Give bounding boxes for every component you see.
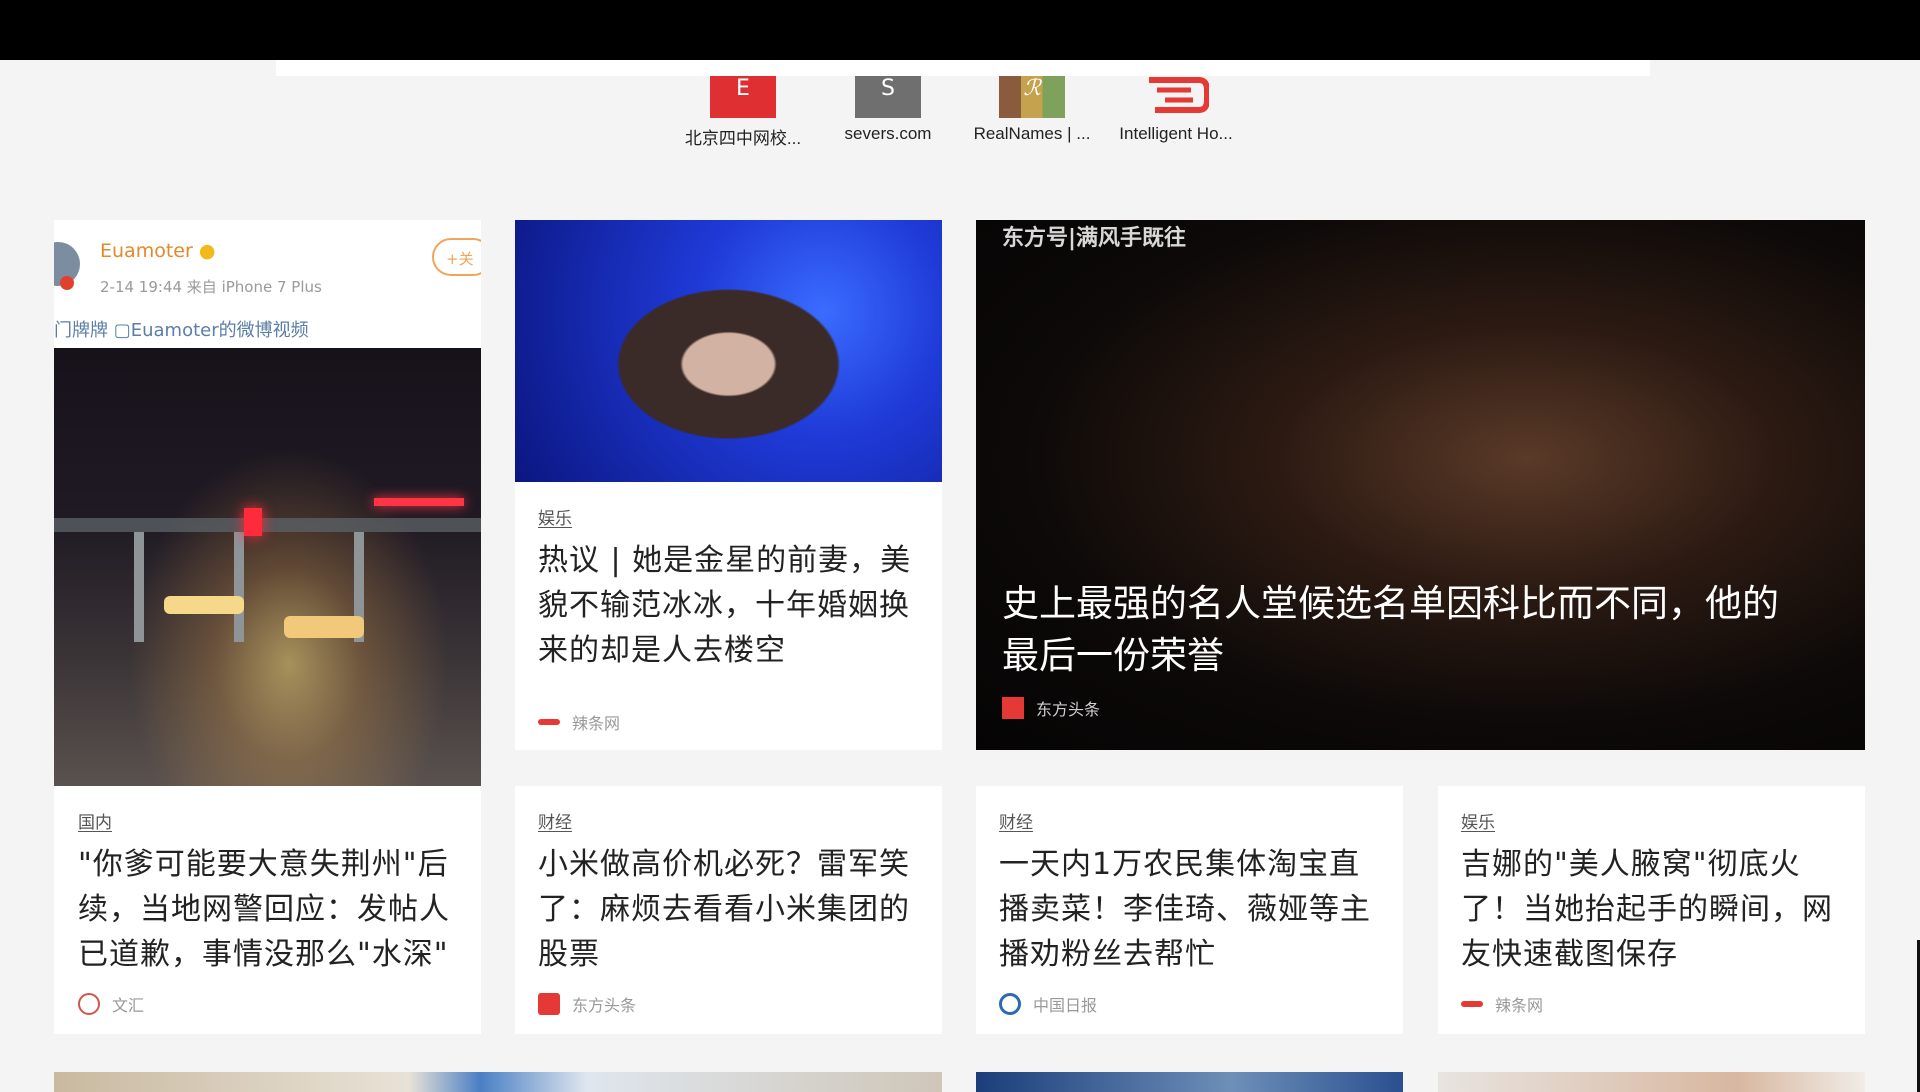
news-card-next-image[interactable] xyxy=(54,1072,942,1092)
feature-title: 史上最强的名人堂候选名单因科比而不同，他的最后一份荣誉 xyxy=(1002,582,1779,677)
category-tag[interactable]: 娱乐 xyxy=(1461,808,1495,833)
category-tag[interactable]: 国内 xyxy=(78,808,112,833)
news-card-taobao-live[interactable]: 财经 一天内1万农民集体淘宝直播卖菜！李佳琦、薇娅等主播劝粉丝去帮忙 中国日报 xyxy=(976,786,1403,1034)
shortcut-icon: E xyxy=(710,76,776,118)
news-card-xiaomi[interactable]: 财经 小米做高价机必死？雷军笑了：麻烦去看看小米集团的股票 东方头条 xyxy=(515,786,942,1034)
news-source: 辣条网 xyxy=(538,710,620,734)
category-tag[interactable]: 娱乐 xyxy=(538,504,572,529)
shortcut-label: severs.com xyxy=(844,124,932,143)
wenhui-logo-icon xyxy=(78,993,100,1015)
follow-button[interactable]: +关 xyxy=(432,238,481,276)
news-source: 文汇 xyxy=(78,992,144,1016)
verified-badge-icon xyxy=(60,276,74,290)
shortcut-label: Intelligent Ho... xyxy=(1119,124,1233,143)
status-bar xyxy=(0,0,1920,60)
shortcut-label: RealNames | ... xyxy=(973,124,1091,143)
category-tag[interactable]: 财经 xyxy=(999,808,1033,833)
china-daily-logo-icon xyxy=(999,993,1021,1015)
weibo-username: Euamoter ● xyxy=(100,240,216,262)
category-tag[interactable]: 财经 xyxy=(538,808,572,833)
news-source: 辣条网 xyxy=(1461,992,1543,1016)
weibo-meta: 2-14 19:44 来自 iPhone 7 Plus xyxy=(100,278,322,296)
news-title: 小米做高价机必死？雷军笑了：麻烦去看看小米集团的股票 xyxy=(538,847,910,972)
shortcut-label: 北京四中网校... xyxy=(684,129,802,148)
dongfang-logo-icon xyxy=(538,993,560,1015)
crown-icon: ● xyxy=(198,240,216,262)
news-title: 热议 | 她是金星的前妻，美貌不输范冰冰，十年婚姻换来的却是人去楼空 xyxy=(538,543,912,668)
weibo-header: Euamoter ● 2-14 19:44 来自 iPhone 7 Plus +… xyxy=(54,220,481,348)
news-source: 东方头条 xyxy=(538,992,636,1016)
news-card-weibo[interactable]: Euamoter ● 2-14 19:44 来自 iPhone 7 Plus +… xyxy=(54,220,481,1034)
news-card-feature-kobe[interactable]: 东方号|满风手既往 史上最强的名人堂候选名单因科比而不同，他的最后一份荣誉 东方… xyxy=(976,220,1865,750)
news-card-gina[interactable]: 娱乐 吉娜的"美人腋窝"彻底火了！当她抬起手的瞬间，网友快速截图保存 辣条网 xyxy=(1438,786,1865,1034)
news-title: "你爹可能要大意失荆州"后续，当地网警回应：发帖人已道歉，事情没那么"水深" xyxy=(78,847,450,972)
feature-overlay-label: 东方号|满风手既往 xyxy=(1002,226,1187,251)
latiao-logo-icon xyxy=(538,719,560,725)
shortcut-intelligent-home[interactable]: Intelligent Ho... xyxy=(1101,76,1251,144)
shortcut-realnames[interactable]: ℛ RealNames | ... xyxy=(957,76,1107,144)
shortcut-icon: S xyxy=(855,76,921,118)
shortcut-beijing-school[interactable]: E 北京四中网校... xyxy=(668,76,818,149)
news-source: 东方头条 xyxy=(1002,696,1100,720)
news-title: 吉娜的"美人腋窝"彻底火了！当她抬起手的瞬间，网友快速截图保存 xyxy=(1461,847,1833,972)
dongfang-logo-icon xyxy=(1002,697,1024,719)
shortcut-icon xyxy=(1143,76,1210,118)
news-image-woman-portrait xyxy=(515,220,942,482)
news-image-toll-gate xyxy=(54,348,481,786)
weibo-tags: 门牌牌 ▢Euamoter的微博视频 xyxy=(54,320,309,341)
latiao-logo-icon xyxy=(1461,1001,1483,1007)
news-source: 中国日报 xyxy=(999,992,1097,1016)
intelligent-home-logo-icon xyxy=(1149,77,1210,113)
search-bar-edge[interactable] xyxy=(276,60,1650,76)
news-title: 一天内1万农民集体淘宝直播卖菜！李佳琦、薇娅等主播劝粉丝去帮忙 xyxy=(999,847,1371,972)
shortcut-severs[interactable]: S severs.com xyxy=(813,76,963,144)
news-card-jinxing[interactable]: 娱乐 热议 | 她是金星的前妻，美貌不输范冰冰，十年婚姻换来的却是人去楼空 辣条… xyxy=(515,220,942,750)
shortcut-icon: ℛ xyxy=(999,76,1065,118)
news-card-next-image[interactable] xyxy=(976,1072,1403,1092)
news-card-next-image[interactable] xyxy=(1438,1072,1865,1092)
